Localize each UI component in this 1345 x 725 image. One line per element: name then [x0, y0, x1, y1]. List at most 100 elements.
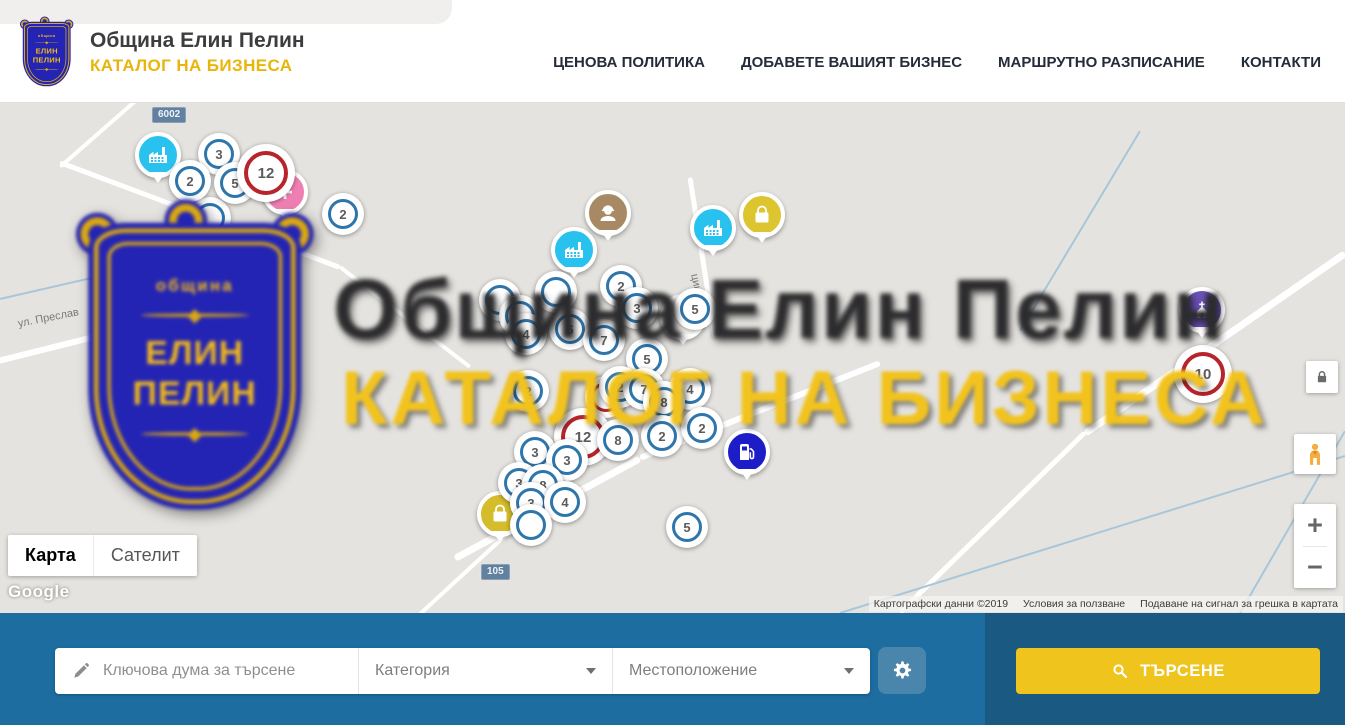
map-cluster-marker[interactable]: 2: [641, 415, 683, 457]
cluster-count: [541, 277, 571, 307]
cluster-count: 8: [649, 387, 679, 417]
location-label: Местоположение: [629, 662, 844, 680]
cluster-count: 6: [555, 314, 585, 344]
cluster-count: 5: [680, 294, 710, 324]
worker-pin-marker[interactable]: [585, 190, 631, 236]
attribution-item-3[interactable]: Подаване на сигнал за грешка в картата: [1140, 598, 1338, 610]
brand-text: Община Елин Пелин КАТАЛОГ НА БИЗНЕСА: [90, 29, 305, 76]
crest-flourish: [35, 39, 59, 46]
map-type-control: Карта Сателит: [8, 535, 197, 576]
zoom-out-button[interactable]: −: [1294, 547, 1336, 588]
search-button-label: ТЪРСЕНЕ: [1140, 662, 1225, 681]
fuel-pin-marker[interactable]: [724, 429, 770, 475]
site-subtitle: КАТАЛОГ НА БИЗНЕСА: [90, 56, 305, 76]
map-canvas[interactable]: 6002105ул. Преславбул. „Новоселции 32512…: [0, 103, 1345, 613]
gear-icon: [891, 659, 914, 682]
nav-item-2[interactable]: ДОБАВЕТЕ ВАШИЯТ БИЗНЕС: [741, 54, 962, 71]
cluster-count: 7: [589, 325, 619, 355]
cluster-count: 12: [244, 151, 288, 195]
cluster-count: 2: [647, 421, 677, 451]
river-line: [1019, 130, 1141, 331]
map-cluster-marker[interactable]: 8: [597, 419, 639, 461]
map-cluster-marker[interactable]: [535, 271, 577, 313]
site-logo[interactable]: община ЕЛИНПЕЛИН: [22, 20, 78, 86]
factory-pin-marker[interactable]: [690, 205, 736, 251]
road-line: [0, 290, 271, 366]
google-logo[interactable]: Google: [8, 582, 70, 602]
church-pin-marker[interactable]: [1179, 287, 1225, 333]
category-dropdown[interactable]: Категория: [358, 648, 612, 694]
map-lock-button[interactable]: [1306, 361, 1338, 393]
map-zoom-control: + −: [1294, 504, 1336, 588]
map-cluster-marker[interactable]: 12: [237, 144, 295, 202]
cluster-count: 3: [622, 293, 652, 323]
cluster-count: [516, 510, 546, 540]
nav-item-4[interactable]: КОНТАКТИ: [1241, 54, 1321, 71]
map-cluster-marker[interactable]: 4: [505, 313, 547, 355]
cluster-count: 5: [672, 512, 702, 542]
factory-pin-marker[interactable]: [551, 227, 597, 273]
cluster-count: 4: [511, 319, 541, 349]
cluster-count: 4: [550, 487, 580, 517]
map-cluster-marker[interactable]: [189, 197, 231, 239]
river-line: [0, 228, 305, 300]
road-line: [339, 265, 471, 368]
map-cluster-marker[interactable]: 10: [1174, 345, 1232, 403]
map-cluster-marker[interactable]: 2: [507, 370, 549, 412]
factory-icon: [562, 238, 586, 262]
search-icon: [1111, 662, 1129, 680]
street-view-pegman-button[interactable]: [1294, 434, 1336, 474]
map-cluster-marker[interactable]: 2: [322, 193, 364, 235]
municipality-crest-logo: община ЕЛИНПЕЛИН: [22, 20, 71, 85]
factory-icon: [146, 143, 170, 167]
bag-icon: [488, 502, 512, 526]
map-cluster-marker[interactable]: 2: [169, 160, 211, 202]
pencil-icon: [71, 661, 91, 681]
map-cluster-marker[interactable]: 7: [583, 319, 625, 361]
search-bar: Категория Местоположение ТЪРСЕНЕ: [0, 613, 1345, 725]
map-cluster-marker[interactable]: 5: [674, 288, 716, 330]
cluster-count: [195, 203, 225, 233]
map-attribution: Картографски данни ©2019 Условия за ползв…: [869, 596, 1343, 612]
street-name-label: ул. Преслав: [17, 306, 80, 330]
road-line: [1083, 251, 1345, 437]
site-header: община ЕЛИНПЕЛИН Община Елин Пелин КАТАЛ…: [0, 0, 1345, 103]
bag-icon: [750, 203, 774, 227]
bag-pin-marker[interactable]: [739, 192, 785, 238]
lock-icon: [1313, 368, 1331, 386]
map-cluster-marker[interactable]: 3: [616, 287, 658, 329]
map-cluster-marker[interactable]: 2: [681, 407, 723, 449]
fuel-icon: [735, 440, 759, 464]
main-navigation: ЦЕНОВА ПОЛИТИКА ДОБАВЕТЕ ВАШИЯТ БИЗНЕС МАР…: [553, 0, 1321, 102]
crest-word: община: [28, 34, 66, 38]
crest-shield: община ЕЛИНПЕЛИН: [24, 23, 69, 85]
zoom-in-button[interactable]: +: [1294, 505, 1336, 546]
map-cluster-marker[interactable]: [510, 504, 552, 546]
advanced-settings-button[interactable]: [878, 647, 926, 694]
pegman-icon: [1302, 441, 1328, 467]
keyword-input[interactable]: [103, 662, 342, 680]
crest-name: ЕЛИНПЕЛИН: [28, 47, 66, 65]
factory-icon: [701, 216, 725, 240]
location-dropdown[interactable]: Местоположение: [612, 648, 870, 694]
watermark-crest: община ЕЛИНПЕЛИН: [85, 215, 305, 504]
map-cluster-marker[interactable]: 5: [666, 506, 708, 548]
cluster-count: 2: [513, 376, 543, 406]
nav-item-1[interactable]: ЦЕНОВА ПОЛИТИКА: [553, 54, 705, 71]
nav-item-3[interactable]: МАРШРУТНО РАЗПИСАНИЕ: [998, 54, 1205, 71]
church-icon: [1190, 298, 1214, 322]
attribution-item-2[interactable]: Условия за ползване: [1023, 598, 1125, 610]
road-number-badge: 105: [481, 564, 510, 580]
worker-icon: [596, 201, 620, 225]
river-line: [840, 455, 1345, 613]
category-label: Категория: [375, 662, 586, 680]
cluster-count: 8: [603, 425, 633, 455]
map-type-satellite-button[interactable]: Сателит: [93, 535, 197, 576]
search-button[interactable]: ТЪРСЕНЕ: [1016, 648, 1320, 694]
attribution-item-1: Картографски данни ©2019: [874, 598, 1008, 610]
watermark-title: Община Елин Пелин: [333, 261, 1225, 358]
chevron-down-icon: [844, 668, 854, 674]
keyword-section: [55, 648, 358, 694]
map-type-map-button[interactable]: Карта: [8, 535, 93, 576]
cluster-count: 2: [687, 413, 717, 443]
